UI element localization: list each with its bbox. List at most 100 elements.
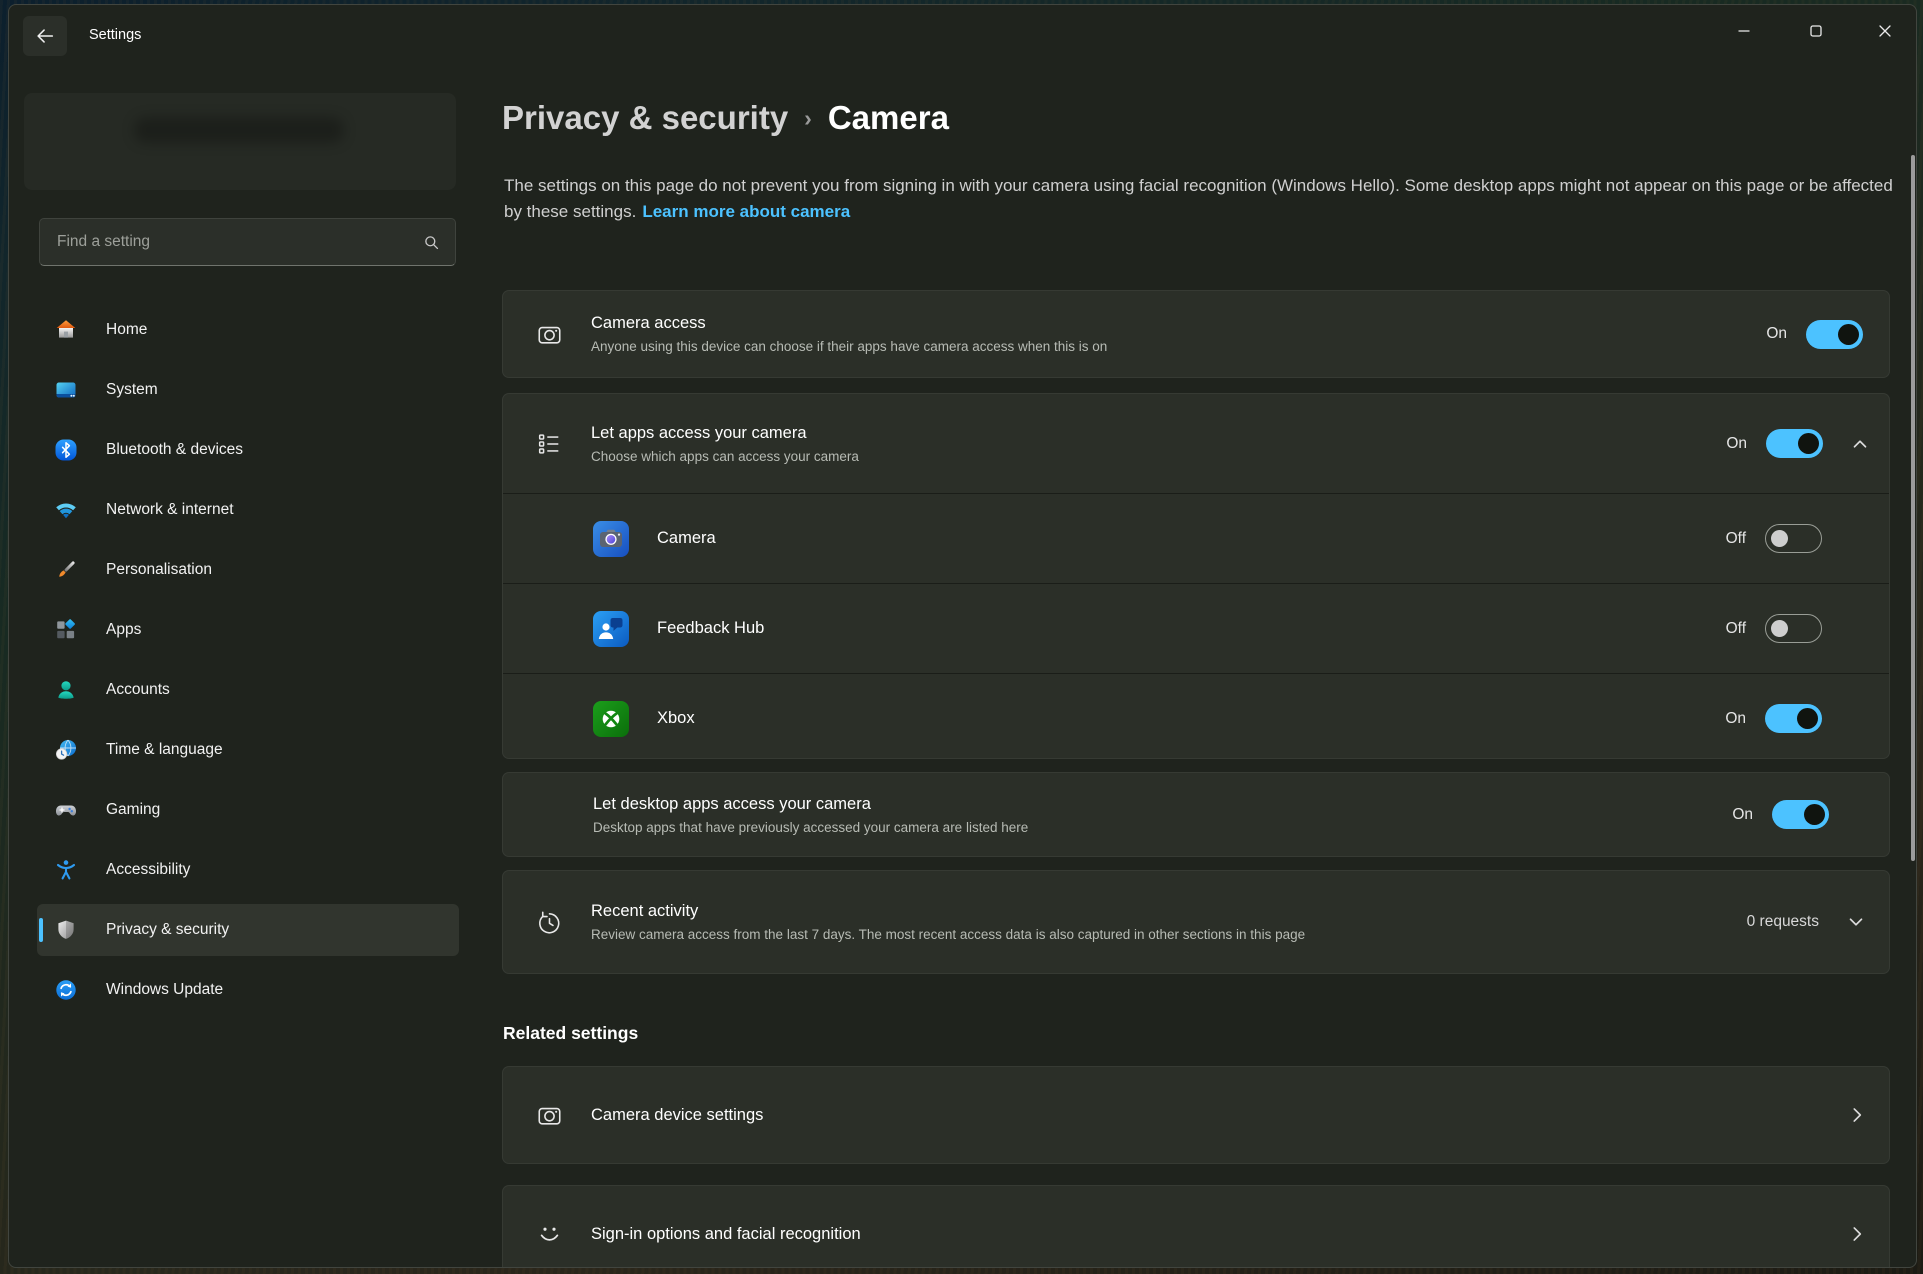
app-title: Settings [89, 27, 141, 43]
camera-access-row: Camera access Anyone using this device c… [502, 290, 1890, 378]
breadcrumb-current: Camera [828, 99, 949, 136]
sidebar-item-accounts[interactable]: Accounts [37, 664, 459, 716]
sidebar-item-label: System [106, 381, 158, 399]
sidebar-nav: Home System Bluetooth & devices Network … [37, 304, 459, 1024]
accounts-icon [54, 678, 78, 702]
personalisation-icon [54, 558, 78, 582]
row-subtitle: Anyone using this device can choose if t… [591, 337, 1766, 356]
network-icon [54, 498, 78, 522]
camera-device-settings-row[interactable]: Camera device settings [502, 1066, 1890, 1164]
row-title: Recent activity [591, 900, 1747, 922]
row-subtitle: Choose which apps can access your camera [591, 447, 1726, 466]
sidebar-item-label: Home [106, 321, 147, 339]
app-row-camera: Camera Off [503, 493, 1889, 583]
search-input[interactable] [40, 233, 422, 251]
scrollbar-thumb[interactable] [1911, 155, 1915, 861]
page-title: Privacy & security › Camera [502, 95, 949, 141]
apps-icon [54, 618, 78, 642]
camera-access-toggle[interactable] [1806, 320, 1863, 349]
search-box[interactable] [39, 218, 456, 266]
system-icon [54, 378, 78, 402]
row-title: Let apps access your camera [591, 422, 1726, 444]
recent-activity-count: 0 requests [1747, 913, 1819, 931]
bluetooth-icon [54, 438, 78, 462]
sidebar-item-apps[interactable]: Apps [37, 604, 459, 656]
chevron-up-icon[interactable] [1849, 433, 1871, 455]
chevron-down-icon[interactable] [1845, 911, 1867, 933]
app-row-feedback-hub: Feedback Hub Off [503, 583, 1889, 673]
let-apps-toggle[interactable] [1766, 429, 1823, 458]
sidebar-item-bluetooth-devices[interactable]: Bluetooth & devices [37, 424, 459, 476]
sidebar-item-label: Gaming [106, 801, 160, 819]
toggle-state-label: Off [1726, 620, 1746, 638]
sidebar-item-label: Windows Update [106, 981, 223, 999]
sidebar-item-personalisation[interactable]: Personalisation [37, 544, 459, 596]
back-button[interactable] [23, 16, 67, 56]
toggle-state-label: On [1766, 325, 1787, 343]
feedback-hub-icon [593, 611, 629, 647]
sidebar-item-accessibility[interactable]: Accessibility [37, 844, 459, 896]
close-button[interactable] [1857, 11, 1913, 51]
sidebar-item-label: Accounts [106, 681, 170, 699]
let-apps-group: Let apps access your camera Choose which… [502, 393, 1890, 759]
camera-outline-icon [535, 321, 563, 348]
maximize-button[interactable] [1788, 11, 1844, 51]
windows-update-icon [54, 978, 78, 1002]
sidebar-item-label: Apps [106, 621, 141, 639]
account-banner[interactable] [24, 93, 456, 190]
sidebar-item-label: Personalisation [106, 561, 212, 579]
sidebar-item-time-language[interactable]: Time & language [37, 724, 459, 776]
face-icon [535, 1221, 563, 1248]
minimize-icon [1734, 21, 1754, 41]
toggle-state-label: Off [1726, 530, 1746, 548]
sidebar-item-privacy-security[interactable]: Privacy & security [37, 904, 459, 956]
apps-list-icon [535, 431, 563, 457]
app-name: Xbox [657, 709, 1725, 728]
breadcrumb-parent[interactable]: Privacy & security [502, 99, 788, 136]
sidebar-item-network-internet[interactable]: Network & internet [37, 484, 459, 536]
sidebar-item-label: Privacy & security [106, 921, 229, 939]
app-row-xbox: Xbox On [503, 673, 1889, 763]
page-description: The settings on this page do not prevent… [504, 173, 1902, 225]
time-language-icon [54, 738, 78, 762]
sidebar-item-label: Accessibility [106, 861, 190, 879]
camera-app-icon [593, 521, 629, 557]
search-icon [422, 233, 441, 252]
app-name: Camera [657, 529, 1726, 548]
sidebar-item-system[interactable]: System [37, 364, 459, 416]
account-banner-redacted [134, 117, 344, 143]
home-icon [54, 318, 78, 342]
toggle-state-label: On [1726, 435, 1747, 453]
related-settings-heading: Related settings [503, 1023, 638, 1044]
sidebar-item-home[interactable]: Home [37, 304, 459, 356]
row-subtitle: Desktop apps that have previously access… [593, 818, 1732, 837]
related-item-label: Sign-in options and facial recognition [591, 1223, 1846, 1245]
desktop-apps-toggle[interactable] [1772, 800, 1829, 829]
sidebar-item-gaming[interactable]: Gaming [37, 784, 459, 836]
gaming-icon [54, 798, 78, 822]
row-title: Camera access [591, 312, 1766, 334]
settings-window: Settings Home System Bluetooth & [8, 4, 1917, 1268]
chevron-right-icon [1846, 1223, 1868, 1245]
camera-outline-icon [535, 1102, 563, 1129]
camera-app-toggle[interactable] [1765, 524, 1822, 553]
close-icon [1875, 21, 1895, 41]
minimize-button[interactable] [1716, 11, 1772, 51]
app-name: Feedback Hub [657, 619, 1726, 638]
row-title: Let desktop apps access your camera [593, 793, 1732, 815]
sign-in-options-row[interactable]: Sign-in options and facial recognition [502, 1185, 1890, 1268]
desktop-apps-row: Let desktop apps access your camera Desk… [502, 772, 1890, 857]
sidebar-item-label: Time & language [106, 741, 223, 759]
let-apps-row[interactable]: Let apps access your camera Choose which… [503, 394, 1889, 493]
sidebar-item-windows-update[interactable]: Windows Update [37, 964, 459, 1016]
related-item-label: Camera device settings [591, 1104, 1846, 1126]
maximize-icon [1806, 21, 1826, 41]
toggle-state-label: On [1725, 710, 1746, 728]
row-subtitle: Review camera access from the last 7 day… [591, 925, 1747, 944]
sidebar-item-label: Network & internet [106, 501, 234, 519]
breadcrumb-separator-icon: › [804, 105, 812, 131]
xbox-toggle[interactable] [1765, 704, 1822, 733]
recent-activity-row[interactable]: Recent activity Review camera access fro… [502, 870, 1890, 974]
feedback-hub-toggle[interactable] [1765, 614, 1822, 643]
learn-more-link[interactable]: Learn more about camera [642, 202, 850, 221]
